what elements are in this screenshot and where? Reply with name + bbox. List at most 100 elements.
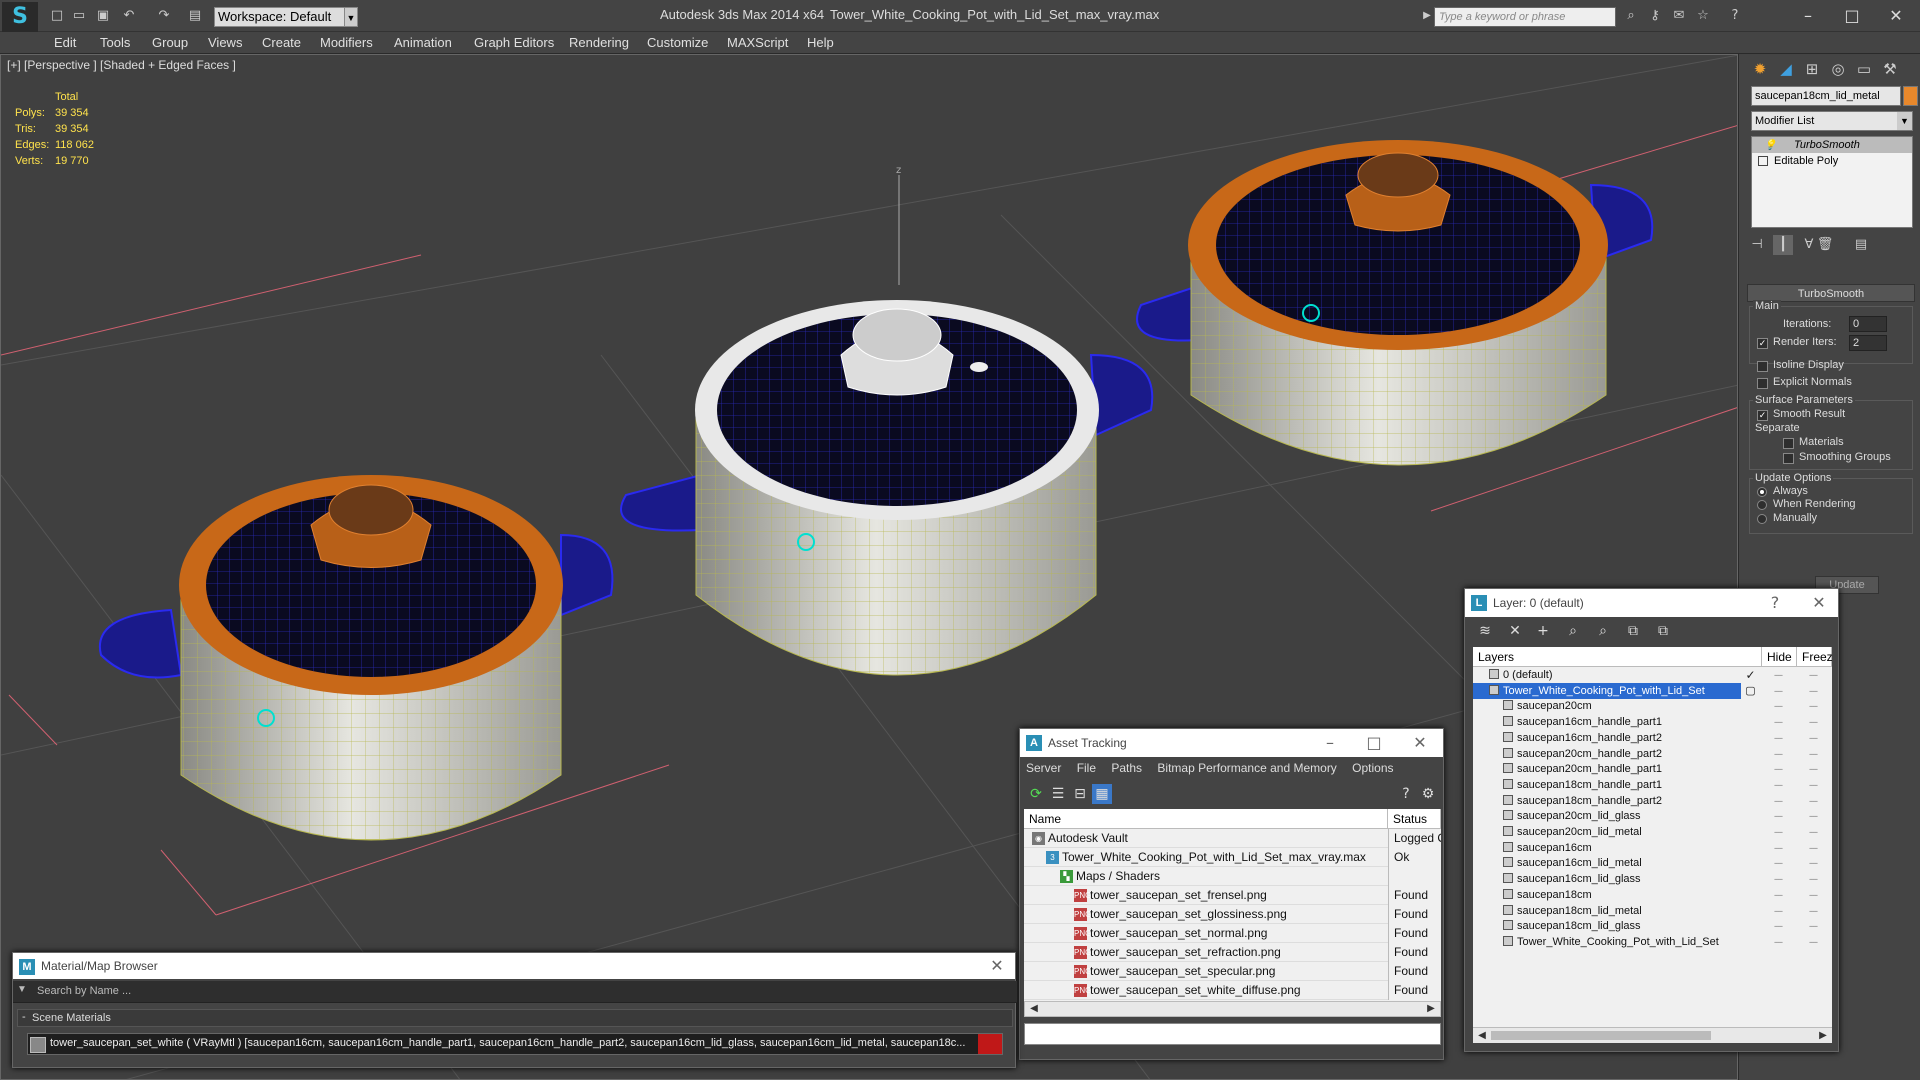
layer-freeze-toggle[interactable]: ---- (1806, 730, 1820, 746)
menu-rendering[interactable]: Rendering (569, 35, 629, 50)
binoculars-icon[interactable]: ⌕ (1622, 8, 1640, 24)
col-name-header[interactable]: Name (1024, 809, 1388, 829)
smoothing-groups-checkbox[interactable] (1783, 453, 1794, 464)
layer-row[interactable]: saucepan20cm_lid_metal (1473, 824, 1753, 840)
layer-row[interactable]: saucepan16cm_handle_part2 (1473, 730, 1753, 746)
saucepan20cm-object[interactable] (620, 300, 1154, 676)
lightbulb-icon[interactable]: 💡 (1764, 138, 1776, 154)
asset-row[interactable]: PNGtower_saucepan_set_refraction.png (1024, 943, 1388, 962)
layer-hide-toggle[interactable]: ---- (1771, 918, 1785, 934)
saucepan18cm-object[interactable] (1136, 140, 1654, 466)
when-rendering-radio[interactable] (1757, 500, 1767, 510)
menu-group[interactable]: Group (152, 35, 188, 50)
explicit-normals-checkbox[interactable] (1757, 378, 1768, 389)
layer-row[interactable]: saucepan18cm_lid_glass (1473, 918, 1753, 934)
modifier-list-dropdown[interactable]: Modifier List ▼ (1751, 111, 1913, 131)
set-current-layer-icon[interactable]: ▢ (1743, 683, 1757, 699)
layer-hide-toggle[interactable]: ---- (1771, 746, 1785, 762)
smooth-result-checkbox[interactable]: ✓ (1757, 410, 1768, 421)
menu-maxscript[interactable]: MAXScript (727, 35, 788, 50)
menu-graph-editors[interactable]: Graph Editors (474, 35, 554, 50)
save-icon[interactable]: ▣ (94, 8, 112, 24)
freeze-all-icon[interactable]: ⧉ (1653, 621, 1673, 641)
always-radio[interactable] (1757, 487, 1767, 497)
tree-view-icon[interactable]: ⊟ (1070, 784, 1090, 804)
close-icon[interactable]: ✕ (1400, 729, 1440, 757)
menu-options[interactable]: Options (1352, 761, 1393, 775)
layer-freeze-toggle[interactable]: ---- (1806, 871, 1820, 887)
layer-row[interactable]: saucepan18cm_lid_metal (1473, 903, 1753, 919)
layer-row[interactable]: 0 (default) (1473, 667, 1753, 683)
layer-freeze-toggle[interactable]: ---- (1806, 855, 1820, 871)
layer-freeze-toggle[interactable]: ---- (1806, 824, 1820, 840)
render-iters-spinner[interactable]: 2 (1849, 335, 1887, 351)
layer-hide-toggle[interactable]: ---- (1771, 887, 1785, 903)
col-layers-header[interactable]: Layers (1473, 647, 1762, 667)
material-browser-titlebar[interactable]: Material/Map Browser (13, 953, 1015, 979)
layer-row[interactable]: saucepan20cm_handle_part1 (1473, 761, 1753, 777)
communication-icon[interactable]: ✉ (1670, 8, 1688, 24)
layer-row[interactable]: saucepan20cm_lid_glass (1473, 808, 1753, 824)
table-view-icon[interactable]: ▦ (1092, 784, 1112, 804)
chevron-down-icon[interactable]: ▼ (344, 7, 358, 27)
delete-layer-icon[interactable]: ✕ (1505, 621, 1525, 641)
pin-stack-icon[interactable]: ⊣ (1747, 235, 1767, 255)
undo-icon[interactable]: ↶ (120, 8, 138, 24)
layer-row[interactable]: saucepan16cm_handle_part1 (1473, 714, 1753, 730)
layer-row[interactable]: saucepan16cm (1473, 840, 1753, 856)
layer-row[interactable]: Tower_White_Cooking_Pot_with_Lid_Set (1473, 682, 1741, 699)
asset-row[interactable]: ◉ Autodesk Vault (1024, 829, 1388, 848)
layer-row[interactable]: saucepan20cm_handle_part2 (1473, 746, 1753, 762)
asset-row[interactable]: PNGtower_saucepan_set_normal.png (1024, 924, 1388, 943)
highlight-layer-icon[interactable]: ⌕ (1593, 621, 1613, 641)
new-file-icon[interactable]: □ (48, 8, 66, 24)
create-layer-icon[interactable]: ≋ (1475, 621, 1495, 641)
saucepan16cm-object[interactable] (98, 475, 614, 841)
menu-customize[interactable]: Customize (647, 35, 708, 50)
layer-freeze-toggle[interactable]: ---- (1806, 746, 1820, 762)
col-status-header[interactable]: Status (1388, 809, 1441, 829)
modify-tab-icon[interactable]: ◢ (1773, 57, 1799, 81)
asset-path-field[interactable] (1024, 1023, 1441, 1045)
menu-edit[interactable]: Edit (54, 35, 76, 50)
help-icon[interactable]: ? (1755, 589, 1795, 617)
layer-freeze-toggle[interactable]: ---- (1806, 887, 1820, 903)
layer-freeze-toggle[interactable]: ---- (1806, 714, 1820, 730)
layer-hide-toggle[interactable]: ---- (1771, 903, 1785, 919)
menu-paths[interactable]: Paths (1111, 761, 1142, 775)
scroll-thumb[interactable] (1491, 1031, 1711, 1040)
layer-row[interactable]: saucepan18cm_handle_part1 (1473, 777, 1753, 793)
menu-animation[interactable]: Animation (394, 35, 452, 50)
layer-hide-toggle[interactable]: ---- (1771, 698, 1785, 714)
add-to-layer-icon[interactable]: + (1533, 621, 1553, 641)
layer-hide-toggle[interactable]: ---- (1771, 871, 1785, 887)
workspace-dropdown[interactable]: Workspace: Default (214, 7, 350, 27)
layer-row[interactable]: saucepan18cm (1473, 887, 1753, 903)
utilities-tab-icon[interactable]: ⚒ (1877, 57, 1903, 81)
scroll-left-icon[interactable]: ◀ (1475, 1029, 1489, 1043)
menu-create[interactable]: Create (262, 35, 301, 50)
viewport-label[interactable]: [+] [Perspective ] [Shaded + Edged Faces… (7, 58, 236, 72)
layer-hide-toggle[interactable]: ---- (1771, 761, 1785, 777)
minimize-icon[interactable]: – (1788, 4, 1828, 28)
search-options-chevron-icon[interactable]: ▼ (17, 984, 27, 995)
layer-freeze-toggle[interactable]: ---- (1806, 918, 1820, 934)
layer-hide-toggle[interactable]: ---- (1771, 730, 1785, 746)
menu-file[interactable]: File (1077, 761, 1096, 775)
scroll-right-icon[interactable]: ▶ (1424, 1002, 1438, 1016)
object-name-field[interactable]: saucepan18cm_lid_metal (1751, 86, 1901, 106)
close-icon[interactable]: ✕ (1876, 4, 1916, 28)
show-end-result-icon[interactable]: ┃ (1773, 235, 1793, 255)
layer-hide-toggle[interactable]: ---- (1771, 934, 1785, 950)
layer-row[interactable]: Tower_White_Cooking_Pot_with_Lid_Set (1473, 934, 1753, 950)
layer-freeze-toggle[interactable]: ---- (1806, 903, 1820, 919)
layer-hide-toggle[interactable]: ---- (1771, 777, 1785, 793)
layer-freeze-toggle[interactable]: ---- (1806, 808, 1820, 824)
asset-row[interactable]: 3 Tower_White_Cooking_Pot_with_Lid_Set_ma… (1024, 848, 1388, 867)
layer-row[interactable]: saucepan18cm_handle_part2 (1473, 793, 1753, 809)
layer-row[interactable]: saucepan20cm (1473, 698, 1753, 714)
layer-hide-toggle[interactable]: ---- (1771, 667, 1785, 683)
manually-radio[interactable] (1757, 514, 1767, 524)
layer-hide-toggle[interactable]: ---- (1771, 840, 1785, 856)
material-list-item[interactable]: tower_saucepan_set_white ( VRayMtl ) [sa… (27, 1033, 1003, 1055)
